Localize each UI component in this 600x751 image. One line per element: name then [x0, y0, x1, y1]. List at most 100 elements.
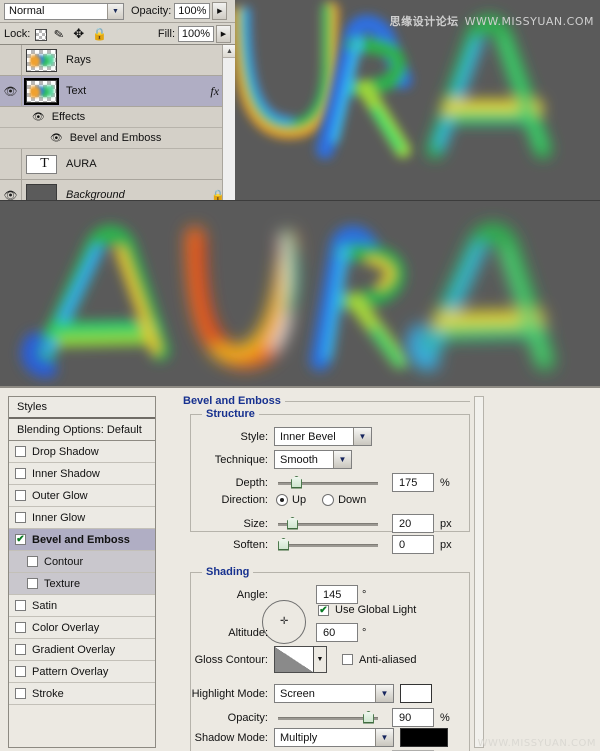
fill-stepper-icon[interactable]: ▶: [216, 25, 231, 43]
gloss-contour-thumbnail[interactable]: [274, 646, 314, 673]
style-label: Outer Glow: [32, 490, 88, 502]
blending-options-item[interactable]: Blending Options: Default: [9, 419, 155, 441]
slider-thumb[interactable]: [363, 711, 374, 724]
technique-value: Smooth: [275, 454, 318, 466]
slider-thumb[interactable]: [291, 476, 302, 489]
table-row[interactable]: T AURA: [0, 149, 235, 180]
layers-scrollbar[interactable]: ▲: [222, 45, 235, 200]
gloss-contour-picker[interactable]: ▼: [274, 646, 314, 673]
style-label: Color Overlay: [32, 622, 99, 634]
checkbox[interactable]: [15, 600, 26, 611]
fx-icon[interactable]: fx: [210, 84, 219, 99]
slider-thumb[interactable]: [278, 538, 289, 551]
style-item-outer-glow[interactable]: Outer Glow: [9, 485, 155, 507]
lock-transparent-pixels-icon[interactable]: [35, 27, 49, 41]
list-item[interactable]: 👁 Effects: [0, 107, 235, 128]
table-row[interactable]: 👁 Background 🔒: [0, 180, 235, 200]
highlight-opacity-unit: %: [440, 712, 450, 724]
technique-select[interactable]: Smooth ▼: [274, 450, 352, 469]
lock-position-icon[interactable]: ✥: [73, 27, 87, 41]
anti-aliased-row[interactable]: Anti-aliased: [342, 654, 416, 666]
style-item-drop-shadow[interactable]: Drop Shadow: [9, 441, 155, 463]
chevron-down-icon[interactable]: ▼: [333, 451, 351, 468]
checkbox[interactable]: [15, 644, 26, 655]
lock-all-icon[interactable]: 🔒: [92, 27, 106, 41]
checkbox[interactable]: [15, 622, 26, 633]
layer-thumbnail[interactable]: [26, 80, 57, 103]
style-item-color-overlay[interactable]: Color Overlay: [9, 617, 155, 639]
layer-visibility-toggle[interactable]: [0, 45, 22, 75]
depth-input[interactable]: 175: [392, 473, 434, 492]
checkbox[interactable]: [15, 468, 26, 479]
chevron-down-icon[interactable]: ▼: [107, 4, 123, 19]
checkbox[interactable]: [15, 512, 26, 523]
style-item-contour[interactable]: Contour: [9, 551, 155, 573]
use-global-light-row[interactable]: ✔ Use Global Light: [318, 604, 416, 616]
shadow-mode-select[interactable]: Multiply ▼: [274, 728, 394, 747]
lock-image-pixels-icon[interactable]: ✎: [53, 25, 69, 41]
dialog-scrollbar[interactable]: [474, 396, 484, 748]
soften-slider[interactable]: [278, 538, 378, 552]
style-item-inner-glow[interactable]: Inner Glow: [9, 507, 155, 529]
table-row[interactable]: Rays: [0, 45, 235, 76]
style-item-stroke[interactable]: Stroke: [9, 683, 155, 705]
highlight-color-swatch[interactable]: [400, 684, 432, 703]
direction-radio-down[interactable]: Down: [322, 494, 366, 506]
angle-row: Angle: 145 °: [196, 585, 471, 604]
eye-icon[interactable]: 👁: [50, 133, 63, 144]
angle-input[interactable]: 145: [316, 585, 358, 604]
checkbox[interactable]: [15, 688, 26, 699]
eye-icon: 👁: [4, 85, 18, 98]
layer-thumbnail[interactable]: T: [26, 155, 57, 174]
fill-value[interactable]: 100%: [178, 26, 214, 42]
eye-icon[interactable]: 👁: [32, 112, 45, 123]
soften-input[interactable]: 0: [392, 535, 434, 554]
chevron-down-icon[interactable]: ▼: [314, 646, 327, 673]
checkbox[interactable]: [15, 666, 26, 677]
altitude-input[interactable]: 60: [316, 623, 358, 642]
checkbox[interactable]: [15, 490, 26, 501]
altitude-row: Altitude: 60 °: [196, 623, 471, 642]
checkbox[interactable]: [342, 654, 353, 665]
layer-visibility-toggle[interactable]: 👁: [0, 76, 22, 106]
size-input[interactable]: 20: [392, 514, 434, 533]
highlight-opacity-slider[interactable]: [278, 711, 378, 725]
list-item[interactable]: 👁 Bevel and Emboss: [0, 128, 235, 149]
layer-visibility-toggle[interactable]: 👁: [0, 180, 22, 200]
checkbox[interactable]: ✔: [15, 534, 26, 545]
scroll-up-icon[interactable]: ▲: [223, 45, 235, 58]
style-item-bevel-and-emboss[interactable]: ✔Bevel and Emboss: [9, 529, 155, 551]
blend-mode-value: Normal: [5, 5, 44, 17]
style-item-pattern-overlay[interactable]: Pattern Overlay: [9, 661, 155, 683]
layer-thumbnail[interactable]: [26, 184, 57, 201]
layer-style-dialog: Styles Blending Options: Default Drop Sh…: [0, 386, 600, 751]
layer-visibility-toggle[interactable]: [0, 149, 22, 179]
shadow-color-swatch[interactable]: [400, 728, 448, 747]
checkbox[interactable]: ✔: [318, 605, 329, 616]
technique-label: Technique:: [196, 454, 268, 466]
highlight-mode-select[interactable]: Screen ▼: [274, 684, 394, 703]
slider-thumb[interactable]: [287, 517, 298, 530]
checkbox[interactable]: [15, 446, 26, 457]
checkbox[interactable]: [27, 578, 38, 589]
structure-legend: Structure: [202, 408, 259, 420]
checkbox[interactable]: [27, 556, 38, 567]
table-row[interactable]: 👁 Text fx ▲: [0, 76, 235, 107]
blend-mode-select[interactable]: Normal ▼: [4, 3, 124, 20]
direction-radio-up[interactable]: Up: [276, 494, 306, 506]
style-item-satin[interactable]: Satin: [9, 595, 155, 617]
depth-slider[interactable]: [278, 476, 378, 490]
style-item-inner-shadow[interactable]: Inner Shadow: [9, 463, 155, 485]
opacity-stepper-icon[interactable]: ▶: [212, 2, 227, 20]
chevron-down-icon[interactable]: ▼: [375, 685, 393, 702]
chevron-down-icon[interactable]: ▼: [353, 428, 371, 445]
style-select[interactable]: Inner Bevel ▼: [274, 427, 372, 446]
highlight-opacity-input[interactable]: 90: [392, 708, 434, 727]
style-item-texture[interactable]: Texture: [9, 573, 155, 595]
size-slider[interactable]: [278, 517, 378, 531]
layer-thumbnail[interactable]: [26, 49, 57, 72]
top-area: Normal ▼ Opacity: 100% ▶ Lock: ✎ ✥ 🔒 Fil…: [0, 0, 600, 200]
chevron-down-icon[interactable]: ▼: [375, 729, 393, 746]
opacity-value[interactable]: 100%: [174, 3, 210, 19]
style-item-gradient-overlay[interactable]: Gradient Overlay: [9, 639, 155, 661]
